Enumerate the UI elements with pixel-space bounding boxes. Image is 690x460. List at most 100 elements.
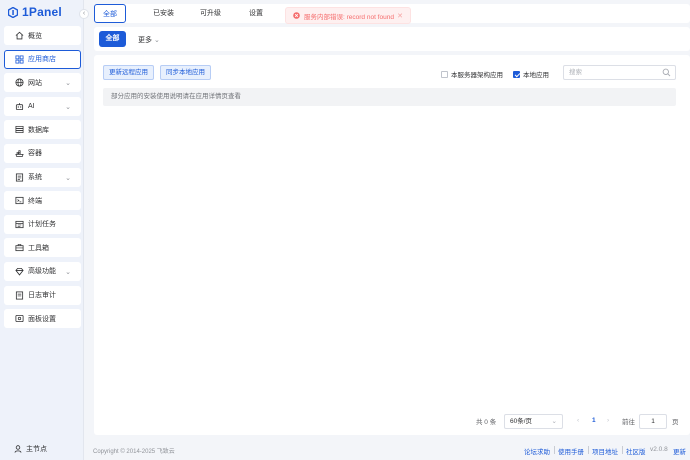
chevron-down-icon: ⌄ [65,80,71,88]
sidebar-item-container[interactable]: 容器 [4,143,81,163]
node-label: 主节点 [26,446,47,453]
search-input[interactable] [564,66,659,79]
sidebar-item-label: 数据库 [28,126,49,134]
sync-remote-apps-button[interactable]: 更新远程应用 [103,65,154,80]
page-size-select[interactable]: 60条/页 ⌄ [504,414,563,429]
usage-notice: 部分应用的安装使用说明请在应用详情页查看 [103,88,676,106]
task-icon [14,219,24,229]
container-icon [14,148,24,158]
next-page-button[interactable]: › [607,413,609,428]
collapse-sidebar-button[interactable]: ‹ [79,9,89,19]
log-icon [14,290,24,300]
sidebar-nav: 概览应用商店网站 ⌄ AI ⌄ 数据库容器系统 ⌄ 终端计划任务工具箱高级功能 ⌄ 日志审计面板… [4,26,81,333]
app-logo[interactable]: 1Panel [8,4,62,20]
edition-label[interactable]: 社区版 [626,446,646,456]
chevron-down-icon: ⌄ [551,418,557,425]
sidebar-item-system[interactable]: 系统 ⌄ [4,167,81,187]
sidebar-item-globe[interactable]: 网站 ⌄ [4,73,81,93]
tab-upgradable[interactable]: 可升级 [200,4,221,23]
divider [622,446,623,454]
local-apps-label: 本地应用 [523,72,549,79]
sidebar-item-label: 日志审计 [28,292,56,300]
sidebar-item-label: 应用商店 [28,56,56,64]
prev-page-button[interactable]: ‹ [577,413,579,428]
sidebar-item-terminal[interactable]: 终端 [4,191,81,211]
sidebar-item-label: AI [28,102,35,110]
system-icon [14,172,24,182]
app-name: 1Panel [22,5,62,19]
sidebar-item-log[interactable]: 日志审计 [4,285,81,305]
sidebar-item-grid[interactable]: 应用商店 [4,49,81,69]
error-toast: 服务内部错误: record not found ✕ [285,7,411,24]
tab-settings[interactable]: 设置 [249,4,263,23]
arch-filter-label: 本服务器架构应用 [451,72,503,79]
sidebar-item-settings[interactable]: 面板设置 [4,309,81,329]
chevron-down-icon: ⌄ [153,37,160,44]
tab-installed[interactable]: 已安装 [153,4,174,23]
tab-all[interactable]: 全部 [94,4,126,23]
more-label: 更多 [138,37,152,44]
sidebar-item-database[interactable]: 数据库 [4,120,81,140]
total-count: 共 0 条 [476,418,497,426]
sidebar-item-label: 系统 [28,174,42,182]
logo-icon [8,6,18,18]
copyright-text: Copyright © 2014-2025 飞致云 [93,449,175,455]
goto-label: 前往 [622,418,635,426]
sidebar-item-task[interactable]: 计划任务 [4,214,81,234]
forum-link[interactable]: 论坛求助 [524,446,550,456]
chevron-right-icon: › [607,417,610,424]
sidebar-item-robot[interactable]: AI ⌄ [4,96,81,116]
grid-icon [14,54,24,64]
error-icon [293,12,300,19]
toolbox-icon [14,243,24,253]
page-size-value: 60条/页 [510,418,533,425]
update-link[interactable]: 更新 [673,446,686,456]
chevron-down-icon: ⌄ [65,103,71,111]
sidebar-item-home[interactable]: 概览 [4,26,81,45]
search-icon[interactable] [662,68,671,77]
sidebar-item-label: 高级功能 [28,268,56,276]
diamond-icon [14,266,24,276]
manual-link[interactable]: 使用手册 [558,446,584,456]
divider [588,446,589,454]
settings-icon [14,314,24,324]
goto-page-input[interactable]: 1 [639,414,667,429]
home-icon [14,31,24,41]
checkbox-box [441,70,448,78]
user-icon [14,445,22,453]
close-icon[interactable]: ✕ [397,12,403,20]
sidebar-item-label: 容器 [28,150,42,158]
project-link[interactable]: 项目地址 [592,446,618,456]
sidebar-item-label: 网站 [28,79,42,87]
version-label: v2.0.8 [650,446,668,453]
sync-local-apps-button[interactable]: 同步本地应用 [160,65,211,80]
globe-icon [14,78,24,88]
sidebar-item-toolbox[interactable]: 工具箱 [4,238,81,258]
filter-more-dropdown[interactable]: 更多 ⌄ [138,35,160,45]
divider [554,446,555,454]
node-switcher[interactable]: 主节点 [14,444,47,454]
sidebar-item-label: 概览 [28,32,42,40]
database-icon [14,125,24,135]
sidebar-item-label: 工具箱 [28,244,49,252]
checkbox-checked-box [513,70,520,78]
sidebar-item-label: 终端 [28,197,42,205]
local-apps-checkbox[interactable]: 本地应用 [513,69,549,79]
sidebar-item-diamond[interactable]: 高级功能 ⌄ [4,261,81,281]
page-unit-label: 页 [672,418,679,426]
app-store-panel: 更新远程应用 同步本地应用 本服务器架构应用 本地应用 部分应用的安装使用说明请… [94,55,690,435]
terminal-icon [14,196,24,206]
category-filter-bar: 全部 更多 ⌄ [94,27,690,51]
chevron-left-icon: ‹ [577,417,580,424]
chevron-down-icon: ⌄ [65,268,71,276]
search-box [563,65,676,80]
page-number-current[interactable]: 1 [592,413,596,428]
filter-all-button[interactable]: 全部 [99,31,126,47]
toast-message: 服务内部错误: record not found [304,13,394,21]
arch-filter-checkbox[interactable]: 本服务器架构应用 [441,69,503,79]
robot-icon [14,101,24,111]
sidebar: 1Panel 概览应用商店网站 ⌄ AI ⌄ 数据库容器系统 ⌄ 终端计划任务工具箱高级功能… [0,0,84,460]
sidebar-item-label: 面板设置 [28,315,56,323]
sidebar-item-label: 计划任务 [28,221,56,229]
chevron-down-icon: ⌄ [65,174,71,182]
